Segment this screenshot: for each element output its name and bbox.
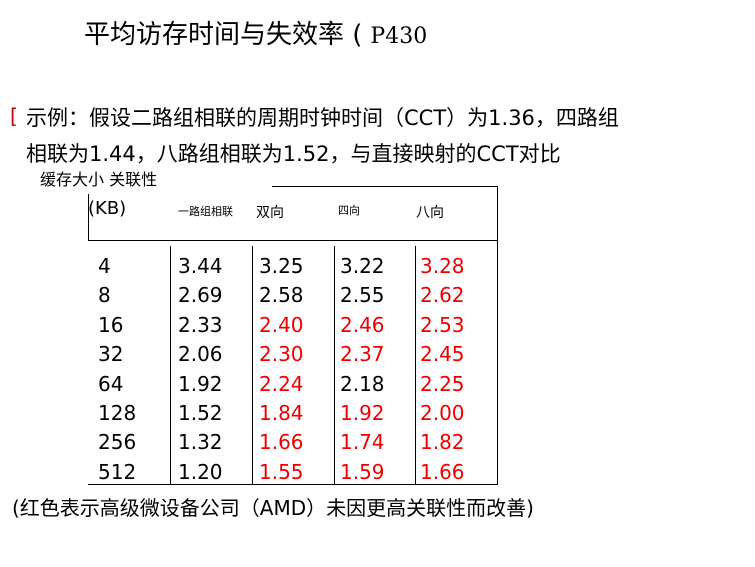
table-cell-value: 1.52 <box>178 401 223 425</box>
slide-title-text: 平均访存时间与失效率 ( <box>84 20 363 50</box>
table-cell-value: 1.32 <box>178 430 223 454</box>
table-bottom-rule <box>88 484 498 485</box>
column-rule-4 <box>415 246 416 484</box>
slide-title: 平均访存时间与失效率 ( P430 <box>84 14 427 51</box>
table-cell-value: 2.55 <box>340 283 385 307</box>
table-cell-value: 1.59 <box>340 460 385 484</box>
bullet-marker: [ <box>10 104 18 128</box>
table-cell-value: 1.66 <box>420 460 465 484</box>
column-rule-2 <box>252 246 253 484</box>
table-cell-value: 2.37 <box>340 342 385 366</box>
table-cell-value: 2.45 <box>420 342 465 366</box>
table-cell-value: 1.66 <box>259 430 304 454</box>
column-rule-3 <box>334 246 335 484</box>
size-column-header: (KB) <box>88 198 127 219</box>
header-top-rule <box>272 186 498 187</box>
table-cell-size: 512 <box>98 460 137 484</box>
table-right-rule <box>497 186 498 484</box>
table-cell-value: 2.69 <box>178 283 223 307</box>
table-cell-size: 4 <box>98 254 111 278</box>
table-cell-value: 1.92 <box>340 401 385 425</box>
table-cell-value: 2.58 <box>259 283 304 307</box>
table-cell-value: 2.62 <box>420 283 465 307</box>
table-cell-value: 3.22 <box>340 254 385 278</box>
table-cell-value: 1.74 <box>340 430 385 454</box>
table-cell-size: 32 <box>98 342 124 366</box>
table-cell-value: 2.46 <box>340 313 385 337</box>
table-cell-value: 2.33 <box>178 313 223 337</box>
table-cell-value: 2.18 <box>340 372 385 396</box>
table-cell-value: 1.20 <box>178 460 223 484</box>
table-cell-value: 2.53 <box>420 313 465 337</box>
table-cell-size: 128 <box>98 401 137 425</box>
column-rule-1 <box>170 246 171 484</box>
table-cell-size: 8 <box>98 283 111 307</box>
table-cell-value: 1.84 <box>259 401 304 425</box>
table-cell-value: 2.06 <box>178 342 223 366</box>
table-cell-value: 1.55 <box>259 460 304 484</box>
table-cell-value: 2.00 <box>420 401 465 425</box>
footer-note: (红色表示高级微设备公司（AMD）未因更高关联性而改善) <box>12 496 534 520</box>
slide-title-page-ref: P430 <box>370 24 428 49</box>
table-cell-size: 16 <box>98 313 124 337</box>
table-cell-value: 2.40 <box>259 313 304 337</box>
table-cell-value: 2.30 <box>259 342 304 366</box>
table-caption: 缓存大小 关联性 <box>40 170 158 189</box>
header-bottom-rule <box>88 240 498 241</box>
table-cell-value: 3.44 <box>178 254 223 278</box>
table-cell-size: 64 <box>98 372 124 396</box>
table-cell-value: 1.92 <box>178 372 223 396</box>
header-four-way: 四向 <box>338 204 360 217</box>
table-cell-size: 256 <box>98 430 137 454</box>
header-two-way: 双向 <box>256 205 284 221</box>
table-cell-value: 2.24 <box>259 372 304 396</box>
table-cell-value: 3.28 <box>420 254 465 278</box>
table-cell-value: 2.25 <box>420 372 465 396</box>
header-eight-way: 八向 <box>416 205 444 221</box>
intro-line-1: 示例：假设二路组相联的周期时钟时间（CCT）为1.36，四路组 <box>26 106 619 130</box>
table-cell-value: 3.25 <box>259 254 304 278</box>
table-cell-value: 1.82 <box>420 430 465 454</box>
intro-line-2: 相联为1.44，八路组相联为1.52，与直接映射的CCT对比 <box>26 142 561 166</box>
header-one-way: 一路组相联 <box>178 205 233 218</box>
